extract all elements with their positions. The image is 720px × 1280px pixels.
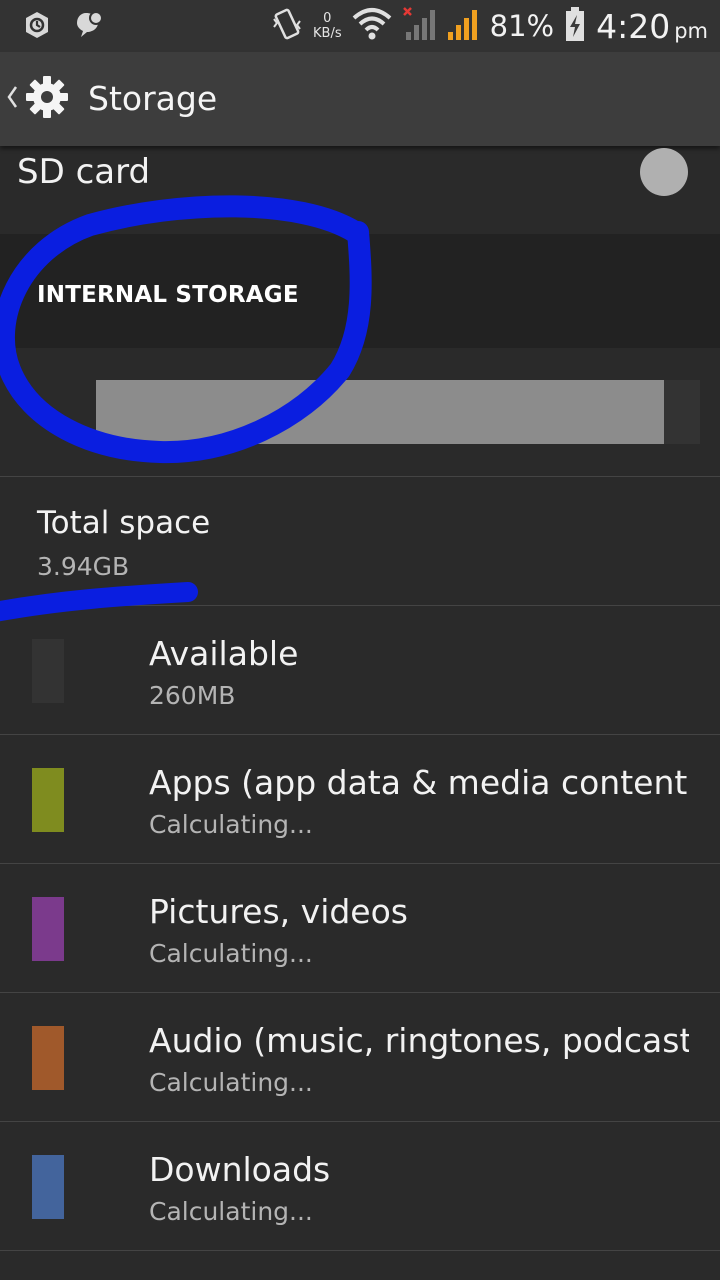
back-chevron-icon <box>4 82 20 116</box>
notification-icons <box>22 10 106 44</box>
clock: 4:20 pm <box>596 7 708 46</box>
network-speed-unit: KB/s <box>313 26 342 41</box>
color-swatch <box>32 1026 64 1090</box>
item-title: Apps (app data & media content) <box>149 763 689 802</box>
chat-icon <box>74 10 106 44</box>
item-subtitle: Calculating... <box>149 1068 313 1097</box>
total-space-value: 3.94GB <box>37 552 130 581</box>
signal-sim1-icon <box>402 6 436 46</box>
system-icons: 0 KB/s 81% 4:20 pm <box>271 4 708 48</box>
storage-item-downloads[interactable]: Downloads Calculating... <box>0 1122 720 1250</box>
item-title: Downloads <box>149 1150 331 1189</box>
divider <box>0 476 720 477</box>
item-subtitle: Calculating... <box>149 939 313 968</box>
wifi-icon <box>352 6 392 46</box>
item-title: Available <box>149 634 299 673</box>
sd-card-toggle[interactable] <box>640 148 688 196</box>
sync-icon <box>22 10 52 44</box>
storage-usage-bar <box>96 380 700 444</box>
sd-card-row[interactable]: SD card <box>0 146 720 234</box>
color-swatch <box>32 1155 64 1219</box>
storage-item-apps[interactable]: Apps (app data & media content) Calculat… <box>0 735 720 863</box>
storage-item-available[interactable]: Available 260MB <box>0 606 720 734</box>
color-swatch <box>32 639 64 703</box>
signal-sim2-icon <box>446 6 480 46</box>
battery-percentage: 81% <box>489 9 555 43</box>
vibrate-icon <box>271 7 303 45</box>
color-swatch <box>32 768 64 832</box>
divider <box>0 1250 720 1251</box>
item-subtitle: 260MB <box>149 681 236 710</box>
section-title: INTERNAL STORAGE <box>37 282 299 308</box>
battery-charging-icon <box>564 6 586 46</box>
up-navigation-button[interactable] <box>4 72 70 126</box>
item-title: Pictures, videos <box>149 892 408 931</box>
storage-item-pictures-videos[interactable]: Pictures, videos Calculating... <box>0 864 720 992</box>
item-subtitle: Calculating... <box>149 1197 313 1226</box>
storage-usage-used-fill <box>96 380 664 444</box>
status-bar: 0 KB/s 81% 4:20 pm <box>0 0 720 52</box>
color-swatch <box>32 897 64 961</box>
item-title: Audio (music, ringtones, podcasts, etc.) <box>149 1021 689 1060</box>
clock-time: 4:20 <box>596 6 671 46</box>
clock-ampm: pm <box>674 18 708 43</box>
storage-screen: 0 KB/s 81% 4:20 pm Storage SD card INTER… <box>0 0 720 1280</box>
page-title: Storage <box>88 79 218 118</box>
item-subtitle: Calculating... <box>149 810 313 839</box>
network-speed-value: 0 <box>323 11 332 26</box>
storage-item-audio[interactable]: Audio (music, ringtones, podcasts, etc.)… <box>0 993 720 1121</box>
section-header-internal-storage: INTERNAL STORAGE <box>0 234 720 348</box>
sd-card-label: SD card <box>17 152 151 192</box>
gear-icon <box>24 74 70 124</box>
total-space-label: Total space <box>37 505 211 541</box>
action-bar: Storage <box>0 52 720 146</box>
network-speed: 0 KB/s <box>313 11 342 41</box>
